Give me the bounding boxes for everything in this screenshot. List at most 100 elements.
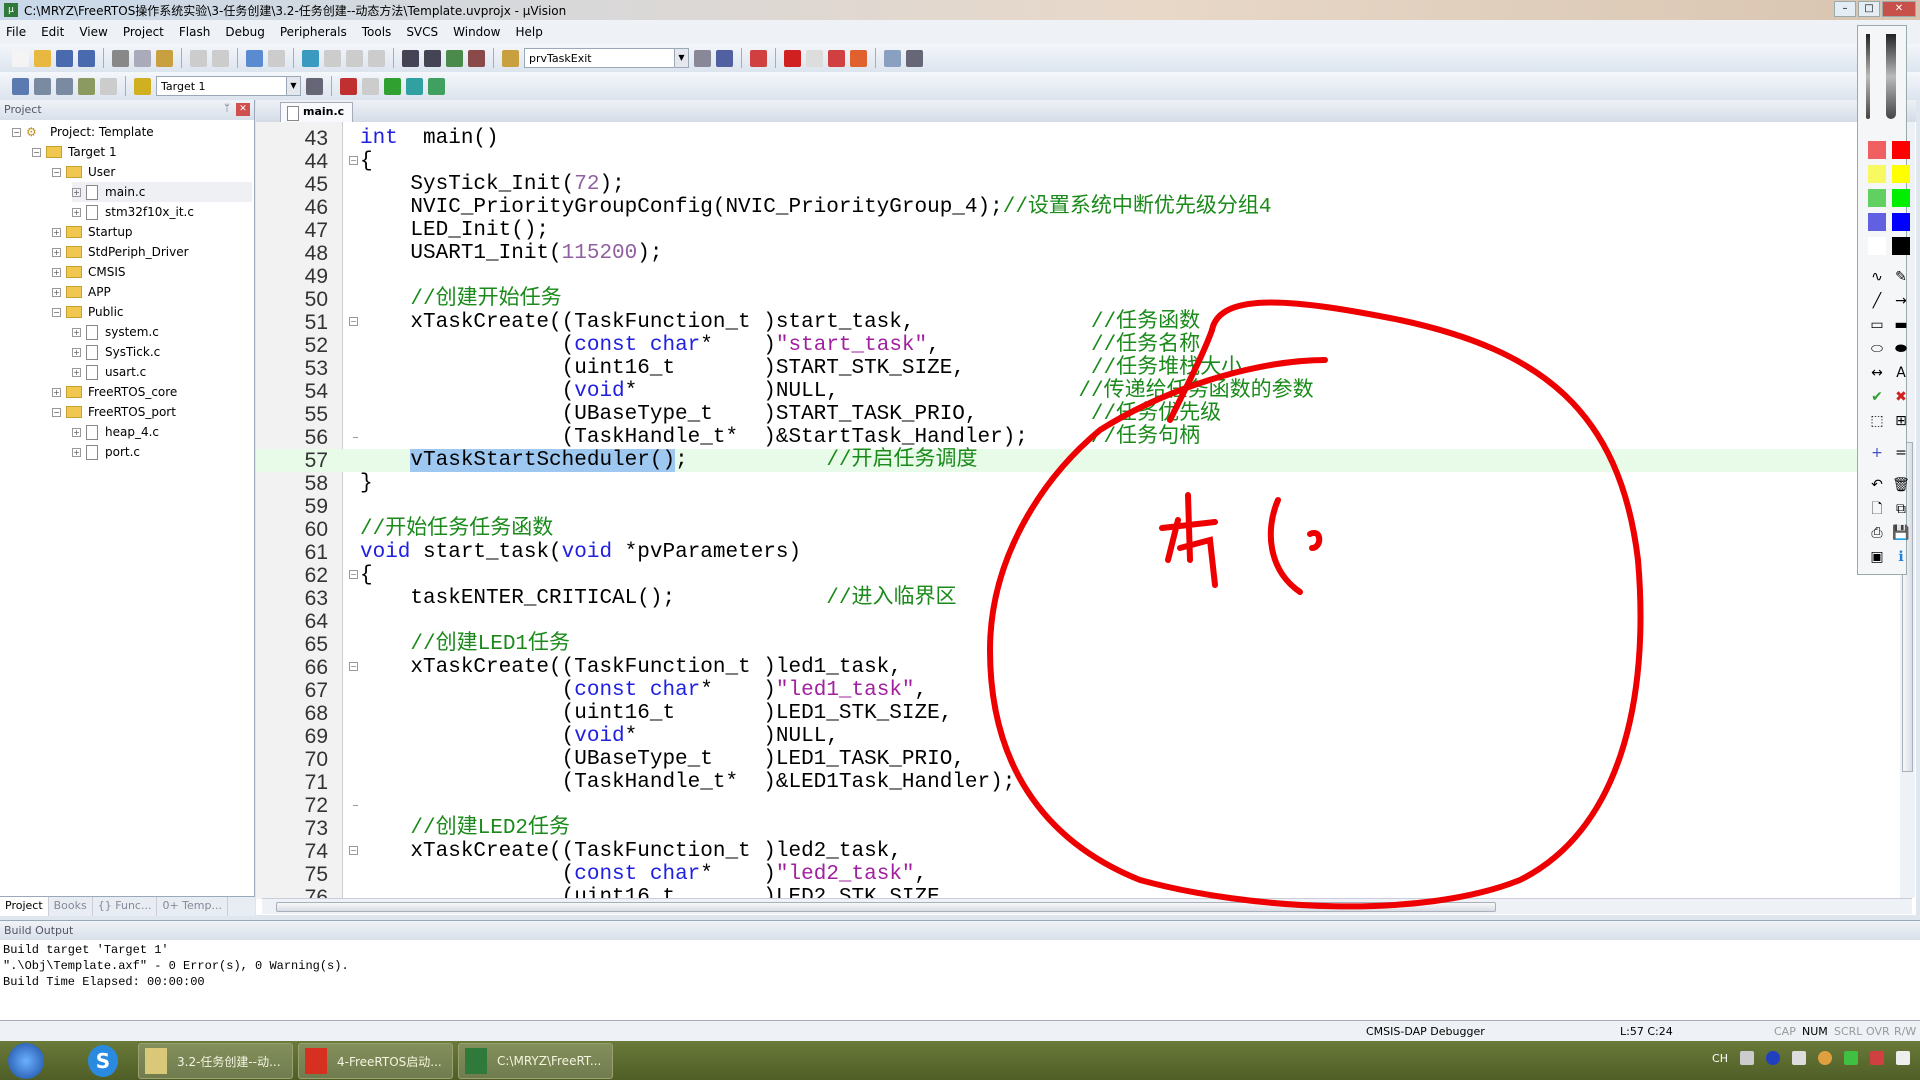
app-tray-icon[interactable] [1818,1051,1832,1065]
tab-main-c[interactable]: main.c [280,102,354,122]
usb-icon[interactable] [1792,1051,1806,1065]
color-swatch[interactable] [1868,213,1886,231]
manage-project-icon[interactable] [340,77,357,95]
horizontal-scrollbar[interactable] [262,898,1912,914]
prev-bookmark-icon[interactable] [324,49,341,67]
expand-icon[interactable]: + [72,207,81,217]
fold-toggle-icon[interactable]: − [349,846,358,855]
zoom-icon[interactable]: ⊞ [1892,412,1910,430]
color-swatch[interactable] [1892,141,1910,159]
code-line[interactable]: 71 (TaskHandle_t* )&LED1Task_Handler); [256,771,1896,794]
pin-icon[interactable]: ᛘ [224,103,230,114]
color-swatch[interactable] [1892,237,1910,255]
menu-peripherals[interactable]: Peripherals [280,25,347,39]
code-line[interactable]: 60 //开始任务任务函数 [256,518,1896,541]
minus-icon[interactable]: = [1892,444,1910,462]
menu-flash[interactable]: Flash [179,25,210,39]
target-select[interactable]: Target 1 ▼ [156,76,301,96]
code-line[interactable]: 55 (UBaseType_t )START_TASK_PRIO, //任务优先… [256,403,1896,426]
download-icon[interactable] [134,77,151,95]
pen-width-icon[interactable] [1886,34,1896,119]
target-options-icon[interactable] [306,77,323,95]
color-swatch[interactable] [1868,141,1886,159]
cut-icon[interactable] [112,49,129,67]
code-line[interactable]: 53 (uint16_t )START_STK_SIZE, //任务堆栈大小 [256,357,1896,380]
code-line[interactable]: 62 −{ [256,564,1896,587]
debug-session-icon[interactable] [750,49,767,67]
taskbar-button-1[interactable]: 4-FreeRTOS启动... [298,1043,453,1079]
uncomment-icon[interactable] [468,49,485,67]
incremental-find-icon[interactable] [694,49,711,67]
code-line[interactable]: 65 //创建LED1任务 [256,633,1896,656]
code-line[interactable]: 63 taskENTER_CRITICAL(); //进入临界区 [256,587,1896,610]
browse-icon[interactable] [716,49,733,67]
tree-item-public[interactable]: − Public [52,302,124,322]
code-line[interactable]: 49 [256,265,1896,288]
delete-icon[interactable]: 🗑 [1892,476,1910,494]
expand-icon[interactable]: + [72,447,81,457]
kill-breakpoints-icon[interactable] [828,49,845,67]
tree-item-systick-c[interactable]: + SysTick.c [72,342,160,362]
code-line[interactable]: 70 (UBaseType_t )LED1_TASK_PRIO, [256,748,1896,771]
code-line[interactable]: 57 vTaskStartScheduler(); //开启任务调度 [256,449,1896,472]
menu-tools[interactable]: Tools [362,25,392,39]
nav-forward-icon[interactable] [268,49,285,67]
code-line[interactable]: 69 (void* )NULL, [256,725,1896,748]
expand-icon[interactable]: + [72,187,81,197]
tree-item-freertos-core[interactable]: + FreeRTOS_core [52,382,177,402]
select-packs-icon[interactable] [406,77,423,95]
filled-ellipse-icon[interactable]: ⬬ [1892,340,1910,358]
tree-item-project-template[interactable]: − ⚙ Project: Template [12,122,154,142]
code-line[interactable]: 54 (void* )NULL, //传递给任务函数的参数 [256,380,1896,403]
build-icon[interactable] [34,77,51,95]
batch-build-icon[interactable] [78,77,95,95]
select-region-icon[interactable]: ⬚ [1868,412,1886,430]
code-line[interactable]: 68 (uint16_t )LED1_STK_SIZE, [256,702,1896,725]
collapse-icon[interactable]: − [52,307,61,317]
tree-item-stm32f10x-it-c[interactable]: + stm32f10x_it.c [72,202,194,222]
code-editor[interactable]: main.c 43 int main() 44−{45 SysTick_Init(7… [256,100,1916,915]
chevron-down-icon[interactable]: ▼ [286,77,300,95]
help-icon[interactable] [1766,1051,1780,1065]
code-line[interactable]: 74 − xTaskCreate((TaskFunction_t )led2_ta… [256,840,1896,863]
tree-item-startup[interactable]: + Startup [52,222,133,242]
config-icon[interactable] [906,49,923,67]
menu-help[interactable]: Help [515,25,542,39]
collapse-icon[interactable]: − [52,167,61,177]
expand-icon[interactable]: + [72,427,81,437]
expand-icon[interactable]: + [52,227,61,237]
print-icon[interactable]: ⎙ [1868,524,1886,542]
network-icon[interactable] [1896,1051,1910,1065]
undo-icon[interactable]: ↶ [1868,476,1886,494]
code-line[interactable]: 66 − xTaskCreate((TaskFunction_t )led1_ta… [256,656,1896,679]
build-output-text[interactable]: Build target 'Target 1' ".\Obj\Template.… [0,940,1920,992]
code-line[interactable]: 72 [256,794,1896,817]
maximize-button[interactable]: □ [1858,1,1880,17]
file-extensions-icon[interactable] [362,77,379,95]
code-line[interactable]: 50 //创建开始任务 [256,288,1896,311]
code-line[interactable]: 59 [256,495,1896,518]
double-arrow-icon[interactable]: ↔ [1868,364,1886,382]
code-area[interactable]: 43 int main() 44−{45 SysTick_Init(72); 46 N… [256,127,1896,899]
screen-icon[interactable]: ▣ [1868,548,1886,566]
code-line[interactable]: 67 (const char* )"led1_task", [256,679,1896,702]
pen-width-icon[interactable] [1866,34,1870,119]
code-line[interactable]: 56 (TaskHandle_t* )&StartTask_Handler); … [256,426,1896,449]
line-icon[interactable]: ╱ [1868,292,1886,310]
window-layout-icon[interactable] [884,49,901,67]
code-line[interactable]: 47 LED_Init(); [256,219,1896,242]
arrow-icon[interactable]: → [1892,292,1910,310]
menu-project[interactable]: Project [123,25,164,39]
menu-svcs[interactable]: SVCS [406,25,438,39]
code-line[interactable]: 51 − xTaskCreate((TaskFunction_t )start_t… [256,311,1896,334]
next-bookmark-icon[interactable] [346,49,363,67]
highlighter-icon[interactable]: ✎ [1892,268,1910,286]
tree-item-stdperiph-driver[interactable]: + StdPeriph_Driver [52,242,189,262]
tree-item-usart-c[interactable]: + usart.c [72,362,146,382]
fold-toggle-icon[interactable]: − [349,156,358,165]
expand-icon[interactable]: + [72,327,81,337]
collapse-icon[interactable]: − [12,127,21,137]
indent-icon[interactable] [402,49,419,67]
panel-tab-1[interactable]: Books [49,897,93,916]
tree-item-cmsis[interactable]: + CMSIS [52,262,126,282]
